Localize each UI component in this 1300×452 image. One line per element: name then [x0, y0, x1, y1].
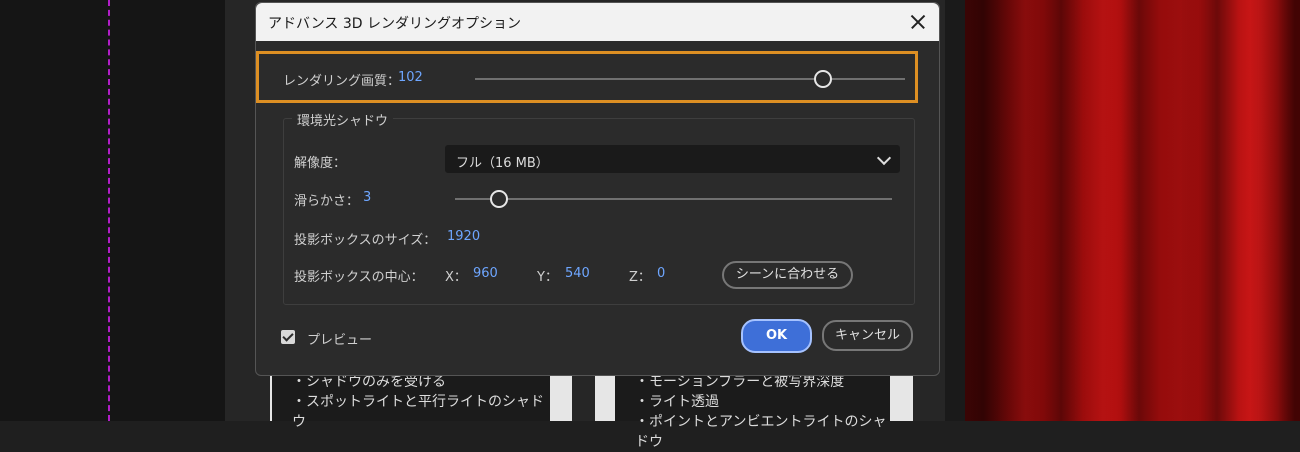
smoothness-slider-track[interactable] [455, 198, 892, 200]
rendering-quality-slider-track[interactable] [475, 78, 905, 80]
right-card-line: ・ライト透過 [635, 394, 719, 410]
projection-box-size-value[interactable]: 1920 [447, 229, 480, 244]
center-x-value[interactable]: 960 [473, 266, 498, 281]
dialog-title: アドバンス 3D レンダリングオプション [268, 16, 522, 32]
rendering-quality-label: レンダリング画質： [283, 74, 401, 89]
dialog-titlebar: アドバンス 3D レンダリングオプション [256, 3, 939, 41]
right-card-line: ・ポイントとアンビエントライトのシャドウ [635, 414, 887, 450]
rendering-quality-row: レンダリング画質： 102 [256, 51, 918, 103]
projection-box-center-label: 投影ボックスの中心： [294, 270, 424, 285]
background-left-panel [0, 0, 225, 421]
rendering-quality-value[interactable]: 102 [398, 70, 423, 85]
resolution-dropdown[interactable]: フル（16 MB） [445, 145, 900, 173]
center-x-label: X： [445, 270, 467, 285]
fit-to-scene-button[interactable]: シーンに合わせる [722, 261, 853, 289]
advanced-3d-rendering-dialog: アドバンス 3D レンダリングオプション レンダリング画質： 102 環境光シャ… [255, 2, 940, 376]
background-separator [945, 0, 965, 421]
cancel-button[interactable]: キャンセル [822, 320, 913, 351]
chevron-down-icon [876, 150, 892, 166]
preview-label: プレビュー [307, 333, 373, 348]
rendering-quality-slider-thumb[interactable] [814, 70, 833, 88]
ambient-shadow-title: 環境光シャドウ [292, 110, 394, 129]
left-card-line: ・スポットライトと平行ライトのシャドウ [292, 394, 544, 430]
projection-box-size-label: 投影ボックスのサイズ： [294, 233, 437, 248]
smoothness-slider-thumb[interactable] [489, 190, 508, 208]
ok-button[interactable]: OK [741, 319, 812, 353]
preview-checkbox[interactable] [281, 330, 295, 344]
close-icon[interactable] [903, 7, 933, 37]
center-y-value[interactable]: 540 [565, 266, 590, 281]
smoothness-label: 滑らかさ： [294, 194, 360, 209]
guide-line [108, 0, 110, 421]
resolution-label: 解像度： [294, 156, 347, 171]
resolution-selected-value: フル（16 MB） [456, 156, 549, 171]
center-y-label: Y： [537, 270, 558, 285]
curtain-image [965, 0, 1300, 421]
center-z-label: Z： [629, 270, 651, 285]
center-z-value[interactable]: 0 [657, 266, 665, 281]
smoothness-value[interactable]: 3 [363, 190, 371, 205]
